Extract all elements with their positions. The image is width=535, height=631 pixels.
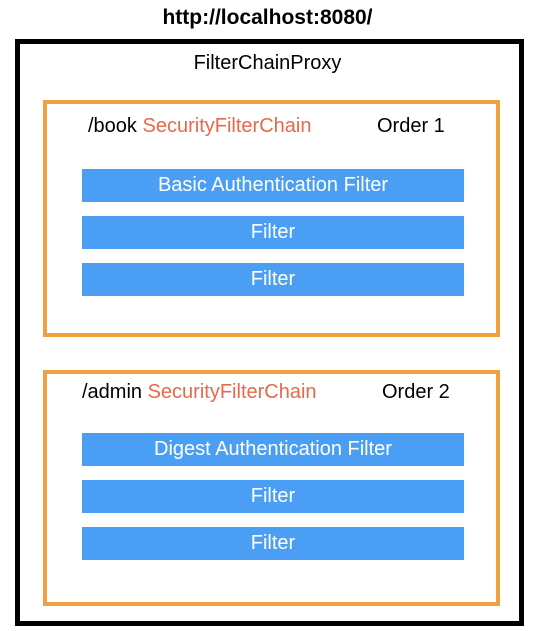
chain-order: Order 2 (382, 381, 450, 403)
filter-block: Filter (82, 480, 464, 513)
filter-chain-proxy-title: FilterChainProxy (193, 52, 342, 74)
chain-path: /book (88, 115, 137, 137)
security-filter-chain-admin: /admin SecurityFilterChain Order 2 Diges… (43, 370, 500, 606)
filter-block-basic-auth: Basic Authentication Filter (82, 169, 464, 202)
chain-order: Order 1 (377, 115, 445, 137)
chain-name: SecurityFilterChain (142, 115, 312, 137)
chain-name: SecurityFilterChain (147, 381, 317, 403)
url-title: http://localhost:8080/ (162, 6, 373, 29)
chain-header: /admin SecurityFilterChain (82, 381, 317, 404)
chain-path: /admin (82, 381, 143, 403)
filter-block: Filter (82, 216, 464, 249)
filter-block-digest-auth: Digest Authentication Filter (82, 433, 464, 466)
security-filter-chain-book: /book SecurityFilterChain Order 1 Basic … (43, 100, 500, 337)
filter-block: Filter (82, 263, 464, 296)
filter-block: Filter (82, 527, 464, 560)
chain-header: /book SecurityFilterChain (88, 115, 311, 138)
